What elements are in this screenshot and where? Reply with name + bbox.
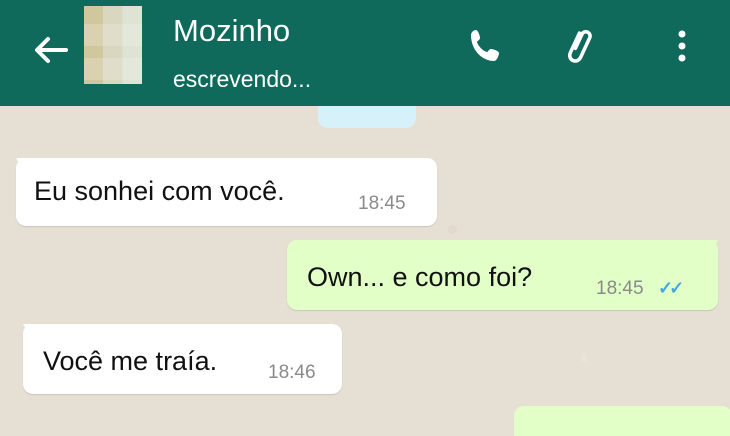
back-arrow-icon[interactable] (28, 32, 72, 68)
message-time: 18:46 (268, 362, 316, 383)
read-receipt-icon: ✓✓ (658, 278, 684, 298)
message-text: Eu sonhei com você. (34, 176, 285, 206)
outgoing-message[interactable]: Own... e como foi? 18:45 ✓✓ (287, 240, 718, 310)
paperclip-icon[interactable] (562, 26, 602, 66)
incoming-message[interactable]: Eu sonhei com você. 18:45 (16, 158, 437, 226)
message-text: Você me traía. (43, 346, 218, 376)
message-time: 18:45 (596, 278, 644, 299)
typing-status: escrevendo... (173, 66, 312, 92)
incoming-message[interactable]: Você me traía. 18:46 (23, 324, 342, 394)
message-text: Own... e como foi? (307, 262, 533, 292)
avatar[interactable] (84, 6, 142, 84)
chat-header: Mozinho escrevendo... (0, 0, 730, 106)
message-time: 18:45 (358, 193, 406, 214)
partial-outgoing-message (514, 406, 730, 436)
chat-area[interactable]: Eu sonhei com você. 18:45 Own... e como … (0, 106, 730, 436)
previous-message-bubble (318, 106, 416, 128)
more-vertical-icon[interactable] (662, 26, 702, 66)
contact-name[interactable]: Mozinho (173, 13, 290, 49)
phone-icon[interactable] (466, 26, 506, 66)
